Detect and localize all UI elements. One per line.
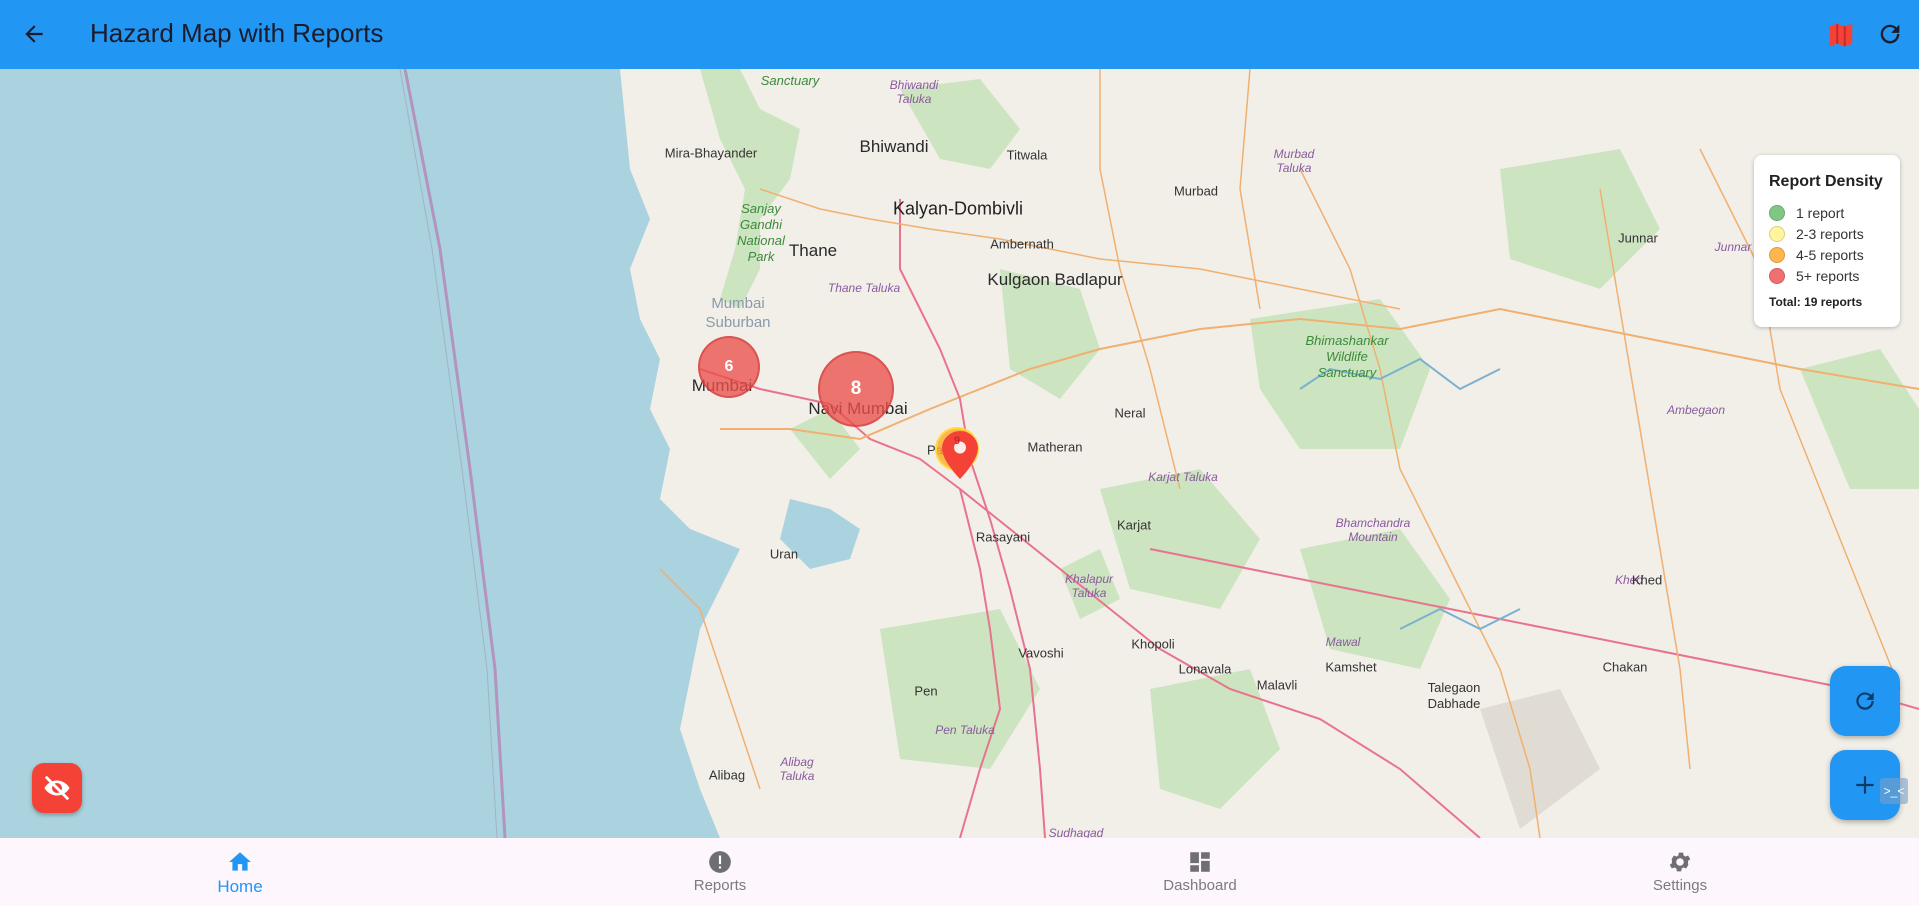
legend-swatch <box>1769 268 1785 284</box>
legend-swatch <box>1769 247 1785 263</box>
plus-icon <box>1856 776 1874 794</box>
legend-swatch <box>1769 205 1785 221</box>
alert-circle-icon <box>709 851 731 873</box>
map-toggle-button[interactable] <box>1826 20 1856 50</box>
report-cluster-mumbai[interactable]: 6 <box>698 336 760 398</box>
report-marker[interactable]: 9 <box>942 431 978 479</box>
legend-total: Total: 19 reports <box>1769 295 1863 309</box>
refresh-icon <box>1856 692 1874 710</box>
back-button[interactable] <box>14 14 54 54</box>
page-title: Hazard Map with Reports <box>90 18 384 48</box>
legend-item: 5+ reports <box>1769 268 1859 284</box>
gear-icon <box>1669 852 1691 872</box>
density-legend: Report Density 1 report 2-3 reports 4-5 … <box>1754 155 1900 327</box>
nav-home[interactable]: Home <box>140 838 340 906</box>
legend-title: Report Density <box>1769 173 1883 190</box>
nav-label: Dashboard <box>1163 877 1237 894</box>
hide-reports-button[interactable] <box>32 763 82 813</box>
legend-swatch <box>1769 226 1785 242</box>
home-icon <box>229 852 251 871</box>
legend-label: 2-3 reports <box>1796 226 1864 242</box>
legend-item: 2-3 reports <box>1769 226 1864 242</box>
report-cluster-navi-mumbai[interactable]: 8 <box>818 351 894 427</box>
nav-label: Home <box>217 877 263 896</box>
refresh-icon <box>1880 24 1900 44</box>
legend-item: 4-5 reports <box>1769 247 1864 263</box>
legend-label: 4-5 reports <box>1796 247 1864 263</box>
arrow-back-icon <box>25 25 43 43</box>
refresh-button[interactable] <box>1876 20 1906 50</box>
nav-label: Settings <box>1652 877 1708 894</box>
hazard-map[interactable]: Sanctuary Bhiwandi Taluka Mira-Bhayander… <box>0 69 1919 838</box>
marker-badge: 9 <box>954 435 961 447</box>
cluster-count: 8 <box>850 378 862 399</box>
app-bar: Hazard Map with Reports <box>0 0 1919 69</box>
bottom-navigation: Home Reports Dashboard Settings <box>0 838 1919 906</box>
dashboard-icon <box>1190 852 1210 872</box>
nav-dashboard[interactable]: Dashboard <box>1100 838 1300 906</box>
legend-label: 5+ reports <box>1796 268 1860 284</box>
map-icon <box>1829 23 1853 47</box>
legend-item: 1 report <box>1769 205 1844 221</box>
refresh-map-button[interactable] <box>1830 666 1900 736</box>
debug-badge[interactable]: >_< <box>1880 778 1908 804</box>
legend-label: 1 report <box>1796 205 1845 221</box>
nav-settings[interactable]: Settings <box>1580 838 1780 906</box>
nav-label: Reports <box>693 877 747 894</box>
nav-reports[interactable]: Reports <box>620 838 820 906</box>
visibility-off-icon <box>44 775 70 801</box>
cluster-count: 6 <box>724 358 734 375</box>
